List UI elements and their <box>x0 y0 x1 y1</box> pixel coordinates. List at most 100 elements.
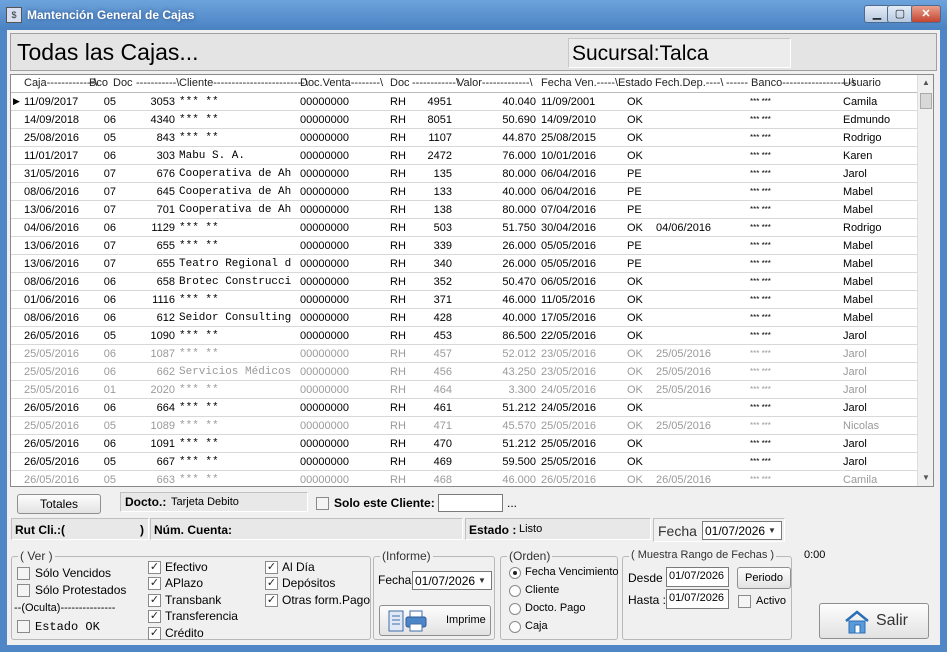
fecha-picker[interactable]: 01/07/2026 ▼ <box>702 521 782 540</box>
al-dia-checkbox[interactable]: ✓ <box>265 561 278 574</box>
col-fechdep[interactable]: Fech.Dep.----\ <box>655 77 723 89</box>
cell-usuario: Camila <box>843 474 878 486</box>
table-row[interactable]: 08/06/2016 07 645 Cooperativa de Ah 00000000… <box>11 183 917 201</box>
table-row[interactable]: 31/05/2016 07 676 Cooperativa de Ah 00000000… <box>11 165 917 183</box>
table-row[interactable]: 26/05/2016 06 664 *** ** 00000000 RH 461 51.212… <box>11 399 917 417</box>
transbank-checkbox[interactable]: ✓ <box>148 594 161 607</box>
table-row[interactable]: 13/06/2016 07 655 *** ** 00000000 RH 339 26.000… <box>11 237 917 255</box>
cell-usuario: Mabel <box>843 186 873 198</box>
cell-fechaven: 06/04/2016 <box>541 186 597 198</box>
scroll-thumb[interactable] <box>920 93 932 109</box>
table-row[interactable]: 26/05/2016 06 1091 *** ** 00000000 RH 470 51.21… <box>11 435 917 453</box>
col-bco[interactable]: Bco <box>89 77 108 89</box>
title-bar[interactable]: $ Mantención General de Cajas ▁ ▢ ✕ <box>0 0 947 30</box>
cliente-lookup-button[interactable]: ... <box>507 496 517 510</box>
col-cliente[interactable]: Cliente-------------------------\ <box>179 77 308 89</box>
close-button[interactable]: ✕ <box>911 5 941 23</box>
cell-docventa: 00000000 <box>300 366 349 378</box>
credito-checkbox[interactable]: ✓ <box>148 627 161 640</box>
cell-caja: 25/08/2016 <box>24 132 80 144</box>
table-row[interactable]: 25/08/2016 05 843 *** ** 00000000 RH 1107 44.87… <box>11 129 917 147</box>
cell-docventa: 00000000 <box>300 150 349 162</box>
table-row[interactable]: 11/01/2017 06 303 Mabu S. A. 00000000 RH 2472 7… <box>11 147 917 165</box>
cell-docventa: 00000000 <box>300 348 349 360</box>
cell-tipo: RH <box>390 168 406 180</box>
cell-caja: 26/05/2016 <box>24 438 80 450</box>
otras-formas-label: Otras form.Pago <box>282 593 371 607</box>
table-row[interactable]: ▶ 11/09/2017 05 3053 *** ** 00000000 RH 4951 40.… <box>11 93 917 111</box>
solo-vencidos-checkbox[interactable] <box>17 567 30 580</box>
orden-cliente-radio[interactable] <box>509 585 521 597</box>
vertical-scrollbar[interactable]: ▲ ▼ <box>917 75 933 486</box>
cell-caja: 01/06/2016 <box>24 294 80 306</box>
cell-cliente: *** ** <box>179 348 219 360</box>
totales-button[interactable]: Totales <box>17 494 101 514</box>
periodo-button[interactable]: Periodo <box>737 567 791 589</box>
col-banco[interactable]: ------ Banco-------------------\ <box>726 77 855 89</box>
solo-vencidos-label: Sólo Vencidos <box>35 566 112 580</box>
table-row[interactable]: 26/05/2016 05 667 *** ** 00000000 RH 469 59.500… <box>11 453 917 471</box>
cell-estado: OK <box>627 276 643 288</box>
table-row[interactable]: 04/06/2016 06 1129 *** ** 00000000 RH 503 51.75… <box>11 219 917 237</box>
solo-cliente-input[interactable] <box>438 494 503 512</box>
chevron-down-icon[interactable]: ▼ <box>764 523 780 539</box>
otras-formas-checkbox[interactable]: ✓ <box>265 594 278 607</box>
estado-ok-checkbox[interactable] <box>17 620 30 633</box>
solo-cliente-checkbox[interactable] <box>316 497 329 510</box>
col-doc2[interactable]: Doc <box>390 77 410 89</box>
cell-bco: 06 <box>103 276 116 288</box>
table-row[interactable]: 26/05/2016 05 1090 *** ** 00000000 RH 453 86.50… <box>11 327 917 345</box>
aplazo-checkbox[interactable]: ✓ <box>148 577 161 590</box>
cell-docventa: 00000000 <box>300 456 349 468</box>
desde-input[interactable]: 01/07/2026 <box>666 567 729 587</box>
salir-button[interactable]: Salir <box>819 603 929 639</box>
table-row[interactable]: 25/05/2016 06 1087 *** ** 00000000 RH 457 52.01… <box>11 345 917 363</box>
table-row[interactable]: 25/05/2016 01 2020 *** ** 00000000 RH 464 3.300… <box>11 381 917 399</box>
orden-docto-radio[interactable] <box>509 603 521 615</box>
activo-label: Activo <box>756 595 786 607</box>
table-row[interactable]: 25/05/2016 05 1089 *** ** 00000000 RH 471 45.57… <box>11 417 917 435</box>
maximize-button[interactable]: ▢ <box>887 5 913 23</box>
cell-doc: 655 <box>156 258 175 270</box>
table-row[interactable]: 08/06/2016 06 658 Brotec Construcci 00000000… <box>11 273 917 291</box>
table-row[interactable]: 26/05/2016 05 663 *** ** 00000000 RH 468 46.000… <box>11 471 917 486</box>
cell-doc: 2020 <box>150 384 175 396</box>
table-row[interactable]: 08/06/2016 06 612 Seidor Consulting 00000000… <box>11 309 917 327</box>
efectivo-checkbox[interactable]: ✓ <box>148 561 161 574</box>
cell-banco: *** *** <box>750 187 771 196</box>
col-docventa[interactable]: Doc.Venta--------\ <box>300 77 383 89</box>
depositos-checkbox[interactable]: ✓ <box>265 577 278 590</box>
col-fechaven[interactable]: Fecha Ven.-----\ <box>541 77 618 89</box>
orden-caja-radio[interactable] <box>509 621 521 633</box>
cell-tipo: RH <box>390 366 406 378</box>
cell-estado: PE <box>627 258 642 270</box>
cell-num: 471 <box>433 420 452 432</box>
table-row[interactable]: 13/06/2016 07 655 Teatro Regional d 00000000… <box>11 255 917 273</box>
cajas-grid[interactable]: Caja-------------\ Bco Doc -----------\ … <box>10 74 934 487</box>
informe-fecha-picker[interactable]: 01/07/2026 ▼ <box>412 571 492 590</box>
col-usuario[interactable]: Usuario <box>843 77 881 89</box>
transferencia-checkbox[interactable]: ✓ <box>148 610 161 623</box>
table-row[interactable]: 01/06/2016 06 1116 *** ** 00000000 RH 371 46.00… <box>11 291 917 309</box>
imprime-button[interactable]: Imprime <box>379 605 491 636</box>
col-doc[interactable]: Doc <box>113 77 133 89</box>
orden-fecha-radio[interactable] <box>509 567 521 579</box>
hasta-input[interactable]: 01/07/2026 <box>666 589 729 609</box>
table-row[interactable]: 25/05/2016 06 662 Servicios Médicos 00000000… <box>11 363 917 381</box>
col-valor[interactable]: Valor-------------\ <box>457 77 533 89</box>
table-row[interactable]: 13/06/2016 07 701 Cooperativa de Ah 00000000… <box>11 201 917 219</box>
scroll-down-icon[interactable]: ▼ <box>918 470 933 486</box>
cell-num: 1107 <box>428 132 452 144</box>
cell-estado: PE <box>627 186 642 198</box>
col-caja[interactable]: Caja-------------\ <box>24 77 97 89</box>
cell-tipo: RH <box>390 222 406 234</box>
col-estado[interactable]: Estado <box>618 77 652 89</box>
cell-num: 464 <box>433 384 452 396</box>
chevron-down-icon[interactable]: ▼ <box>474 573 490 589</box>
solo-protestados-checkbox[interactable] <box>17 584 30 597</box>
activo-checkbox[interactable] <box>738 595 751 608</box>
al-dia-label: Al Día <box>282 560 315 574</box>
table-row[interactable]: 14/09/2018 06 4340 *** ** 00000000 RH 8051 50.6… <box>11 111 917 129</box>
scroll-up-icon[interactable]: ▲ <box>918 75 933 91</box>
cell-caja: 26/05/2016 <box>24 456 80 468</box>
